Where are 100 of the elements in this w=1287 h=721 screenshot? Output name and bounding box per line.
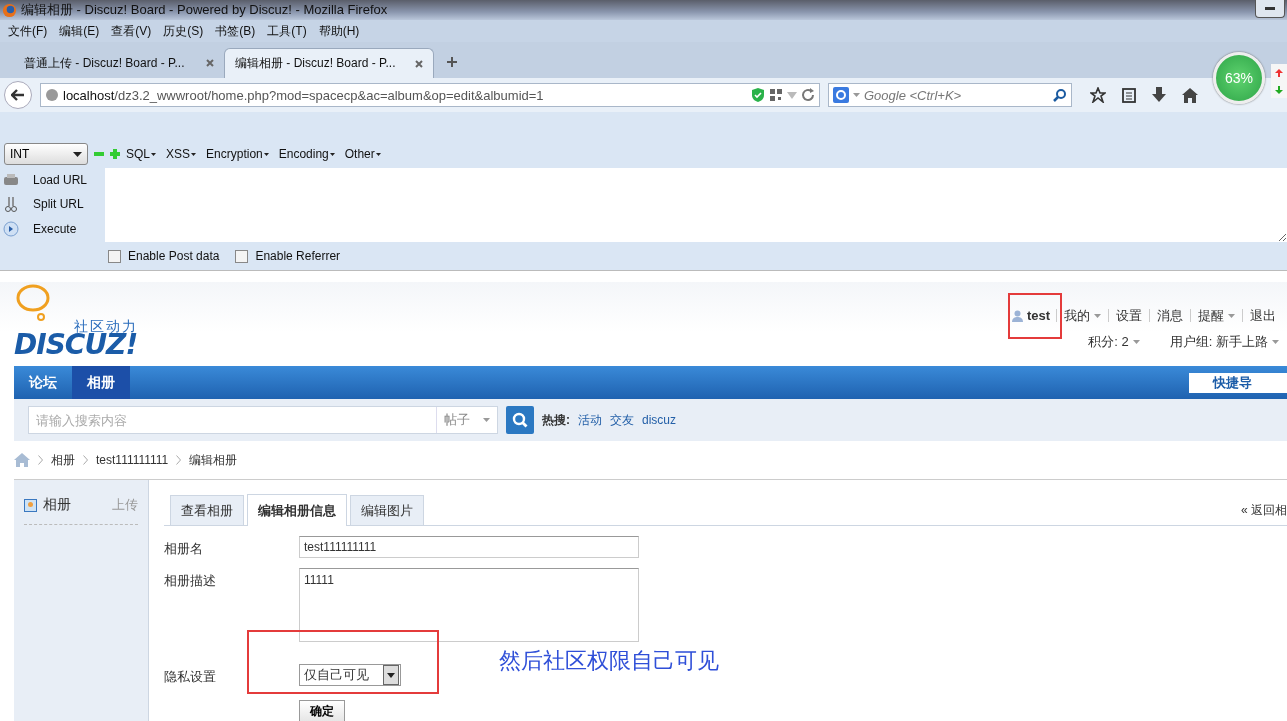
star-icon[interactable] (1090, 87, 1106, 103)
field-label: 相册名 (164, 540, 204, 558)
annotation-text: 然后社区权限自己可见 (499, 647, 719, 675)
field-label: 相册描述 (164, 572, 217, 590)
minimize-button[interactable] (1255, 0, 1285, 18)
confirm-button[interactable]: 确定 (299, 700, 345, 721)
download-icon[interactable] (1152, 87, 1166, 103)
search-type-select[interactable]: 帖子 (443, 411, 470, 429)
search-bar[interactable]: Google <Ctrl+K> (828, 83, 1072, 107)
user-icon (1011, 309, 1023, 322)
browser-logo-icon (2, 2, 17, 18)
menu-item[interactable]: 书签(B) (209, 22, 262, 40)
album-icon (24, 498, 37, 512)
search-icon (512, 412, 528, 428)
caret-icon (329, 152, 335, 156)
hackbar-menu[interactable]: Encryption (206, 147, 269, 161)
shield-icon (751, 87, 765, 103)
hackbar-menu[interactable]: SQL (126, 147, 156, 161)
caret-icon (1132, 340, 1140, 344)
content-tab[interactable]: 编辑相册信息 (247, 494, 347, 526)
checkbox-label[interactable]: Enable Post data (128, 249, 220, 263)
clipboard-icon[interactable] (1122, 87, 1136, 103)
window-title: 编辑相册 - Discuz! Board - Powered by Discuz! - Mozilla Firefox (21, 1, 388, 19)
printer-icon (3, 172, 19, 187)
caret-icon (853, 93, 860, 97)
back-button[interactable] (4, 81, 32, 109)
caret-icon (263, 152, 269, 156)
hot-search-link[interactable]: 交友 (610, 411, 634, 429)
browser-tab[interactable]: 普通上传 - Discuz! Board - P... (14, 48, 224, 78)
breadcrumb-link[interactable]: 相册 (51, 451, 75, 469)
type-select[interactable]: INT (4, 143, 88, 165)
username-link[interactable]: test (1026, 308, 1050, 323)
close-icon[interactable] (415, 59, 423, 68)
hackbar-menu[interactable]: Encoding (278, 147, 335, 161)
browser-tab[interactable]: 编辑相册 - Discuz! Board - P... (224, 48, 434, 78)
hot-search-link[interactable]: 活动 (578, 411, 602, 429)
description-field[interactable]: 11111 (299, 568, 639, 642)
user-group-link[interactable]: 用户组: 新手上路 (1169, 333, 1268, 351)
search-icon[interactable] (1053, 88, 1067, 102)
user-menu-link[interactable]: 设置 (1116, 309, 1142, 322)
home-icon[interactable] (1182, 87, 1198, 103)
logo-tagline: 社区动力 (74, 318, 138, 334)
menu-item[interactable]: 编辑(E) (53, 22, 106, 40)
user-menu-link[interactable]: 我的 (1064, 309, 1090, 322)
url-input-field[interactable] (105, 168, 1287, 242)
checkbox[interactable] (108, 249, 121, 263)
menu-item[interactable]: 工具(T) (261, 22, 313, 40)
menu-item[interactable]: 帮助(H) (312, 22, 366, 40)
user-menu-link[interactable]: 提醒 (1198, 309, 1224, 322)
hackbar-menu[interactable]: Other (344, 147, 381, 161)
hackbar-menu[interactable]: XSS (166, 147, 197, 161)
caret-icon (483, 418, 491, 422)
speech-bubble-icon (16, 284, 52, 324)
checkbox-label[interactable]: Enable Referrer (255, 249, 341, 263)
caret-icon (191, 152, 197, 156)
new-tab-icon[interactable] (446, 56, 458, 68)
nav-tab[interactable]: 论坛 (14, 366, 72, 399)
highlight-frame (1008, 293, 1062, 339)
content-tab[interactable]: 编辑图片 (350, 495, 424, 525)
breadcrumb-link[interactable]: test111111111 (96, 453, 169, 467)
hot-search-label: 热搜: (542, 411, 570, 429)
back-arrow-icon (11, 89, 25, 101)
content-tab[interactable]: 查看相册 (170, 495, 244, 525)
hot-search-link[interactable]: discuz (642, 413, 676, 427)
scissors-icon (3, 196, 19, 212)
reload-icon[interactable] (801, 88, 815, 102)
user-menu-link[interactable]: 退出 (1250, 309, 1276, 322)
download-arrow-icon (1275, 85, 1283, 94)
chevron-icon (38, 455, 43, 465)
minimize-icon (1265, 7, 1275, 10)
user-menu-link[interactable]: 消息 (1157, 309, 1183, 322)
caret-icon (73, 151, 82, 157)
chevron-icon (176, 455, 182, 465)
caret-icon (1228, 313, 1235, 318)
caret-icon (1094, 313, 1101, 318)
address-bar[interactable]: localhost/dz3.2_wwwroot/home.php?mod=spacecp&ac=album&op=edit&albumid=1 (40, 83, 820, 107)
menu-item[interactable]: 查看(V) (105, 22, 158, 40)
search-button[interactable] (506, 406, 534, 434)
qr-code-icon[interactable] (769, 88, 783, 102)
upload-arrow-icon (1275, 68, 1283, 77)
caret-icon (375, 152, 381, 156)
privacy-select[interactable]: 仅自己可见 (299, 664, 401, 686)
quick-nav-button[interactable]: 快捷导 (1189, 373, 1287, 393)
nav-tab[interactable]: 相册 (72, 366, 130, 399)
back-link[interactable]: « 返回相 (1241, 502, 1287, 519)
checkbox[interactable] (235, 249, 249, 263)
credits-link[interactable]: 积分: 2 (1088, 333, 1129, 351)
caret-icon (387, 672, 395, 678)
hackbar-action[interactable]: Execute (33, 222, 77, 237)
sidebar-title[interactable]: 相册 (43, 496, 71, 514)
caret-icon (151, 152, 156, 156)
menu-item[interactable]: 历史(S) (157, 22, 210, 40)
hackbar-action[interactable]: Split URL (33, 197, 84, 211)
menu-item[interactable]: 文件(F) (2, 22, 54, 40)
hackbar-action[interactable]: Load URL (33, 172, 88, 187)
close-icon[interactable] (206, 59, 214, 67)
search-field[interactable]: 请输入搜索内容 帖子 (28, 406, 498, 434)
field-label: 隐私设置 (164, 668, 217, 686)
breadcrumb-link[interactable]: 编辑相册 (189, 451, 238, 469)
album-name-field[interactable]: test111111111 (299, 536, 639, 558)
